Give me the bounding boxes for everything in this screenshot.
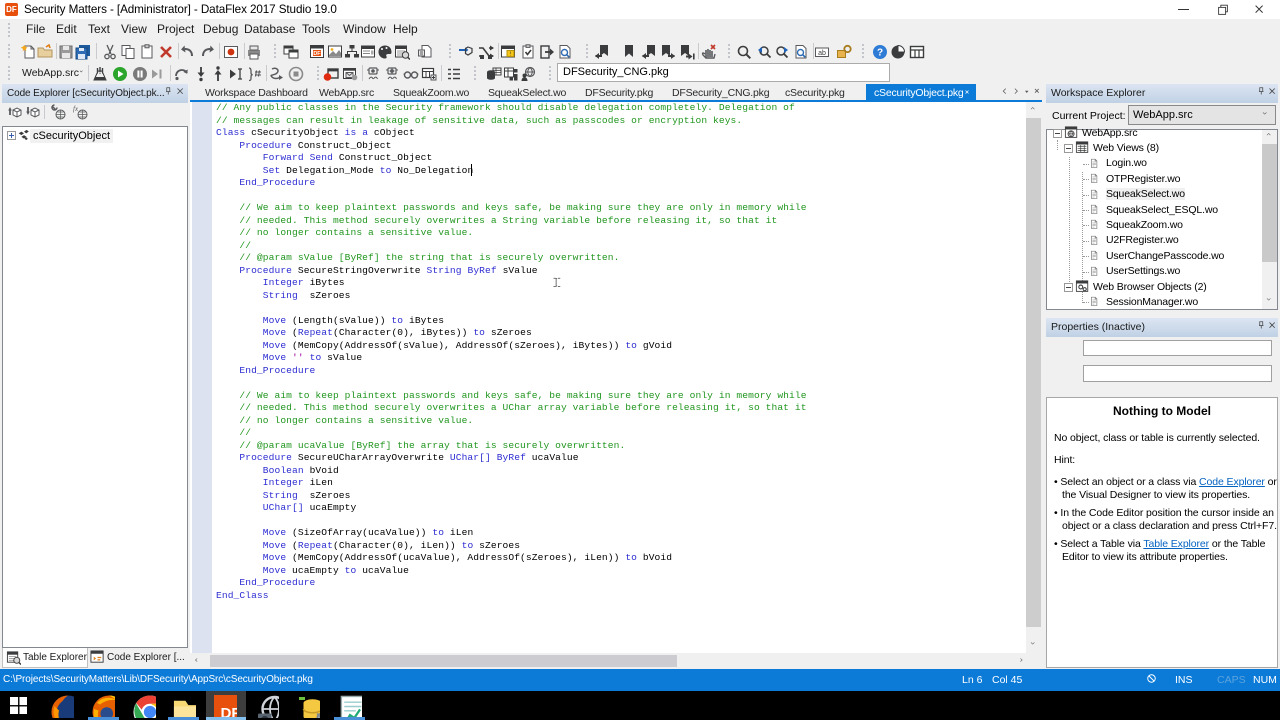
svg-text:DF: DF (313, 51, 321, 57)
svg-text:ab: ab (818, 50, 826, 57)
svg-text:?: ? (877, 48, 883, 59)
svg-text:fx: fx (73, 105, 79, 113)
